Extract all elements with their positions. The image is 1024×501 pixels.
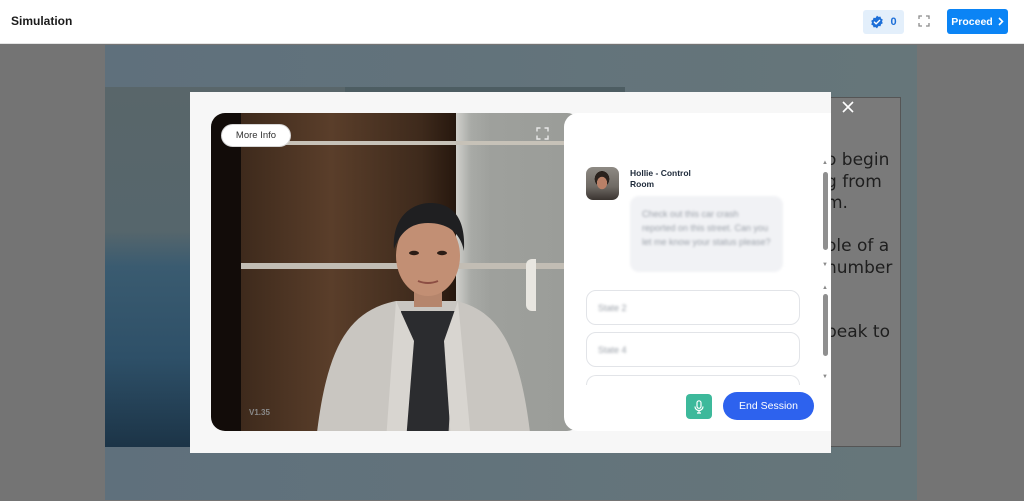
sender-name: Hollie - Control Room — [630, 168, 691, 189]
scroll-up-icon[interactable]: ▲ — [822, 160, 828, 166]
proceed-button[interactable]: Proceed — [947, 9, 1008, 34]
scroll-up-icon[interactable]: ▲ — [822, 285, 828, 291]
fullscreen-icon[interactable] — [536, 127, 549, 140]
chevron-right-icon — [998, 17, 1004, 26]
response-option[interactable]: State 4 — [586, 332, 800, 367]
scrollbar-thumb[interactable] — [823, 294, 828, 356]
proceed-label: Proceed — [951, 15, 993, 28]
score-badge[interactable]: 0 — [863, 10, 904, 34]
score-count: 0 — [890, 16, 897, 28]
sender-avatar — [586, 167, 619, 200]
messages-scrollbar[interactable]: ▲ ▼ — [821, 160, 830, 268]
response-option-label: State 2 — [598, 302, 627, 313]
top-bar: Simulation 0 Proceed — [0, 0, 1024, 44]
scroll-down-icon[interactable]: ▼ — [822, 374, 828, 380]
response-option-label: State 4 — [598, 344, 627, 355]
end-session-button[interactable]: End Session — [723, 392, 814, 420]
avatar-character — [317, 203, 536, 431]
fullscreen-icon[interactable] — [918, 15, 930, 27]
verified-check-icon — [871, 15, 884, 29]
options-scrollbar[interactable]: ▲ ▼ — [821, 285, 830, 380]
version-label: V1.35 — [249, 408, 270, 417]
page-title: Simulation — [11, 14, 73, 28]
more-info-button[interactable]: More Info — [221, 124, 291, 147]
microphone-button[interactable] — [686, 394, 712, 419]
scrollbar-thumb[interactable] — [823, 172, 828, 250]
microphone-icon — [694, 399, 704, 414]
response-option[interactable]: State 2 — [586, 290, 800, 325]
background-instructions-text: o begin g from m. ole of a number peak t… — [830, 150, 893, 364]
close-icon[interactable] — [841, 100, 855, 114]
background-instructions-card: o begin g from m. ole of a number peak t… — [830, 97, 901, 447]
chat-message: Check out this car crash reported on thi… — [630, 196, 783, 272]
simulation-video[interactable] — [211, 113, 581, 431]
scroll-down-icon[interactable]: ▼ — [822, 262, 828, 268]
